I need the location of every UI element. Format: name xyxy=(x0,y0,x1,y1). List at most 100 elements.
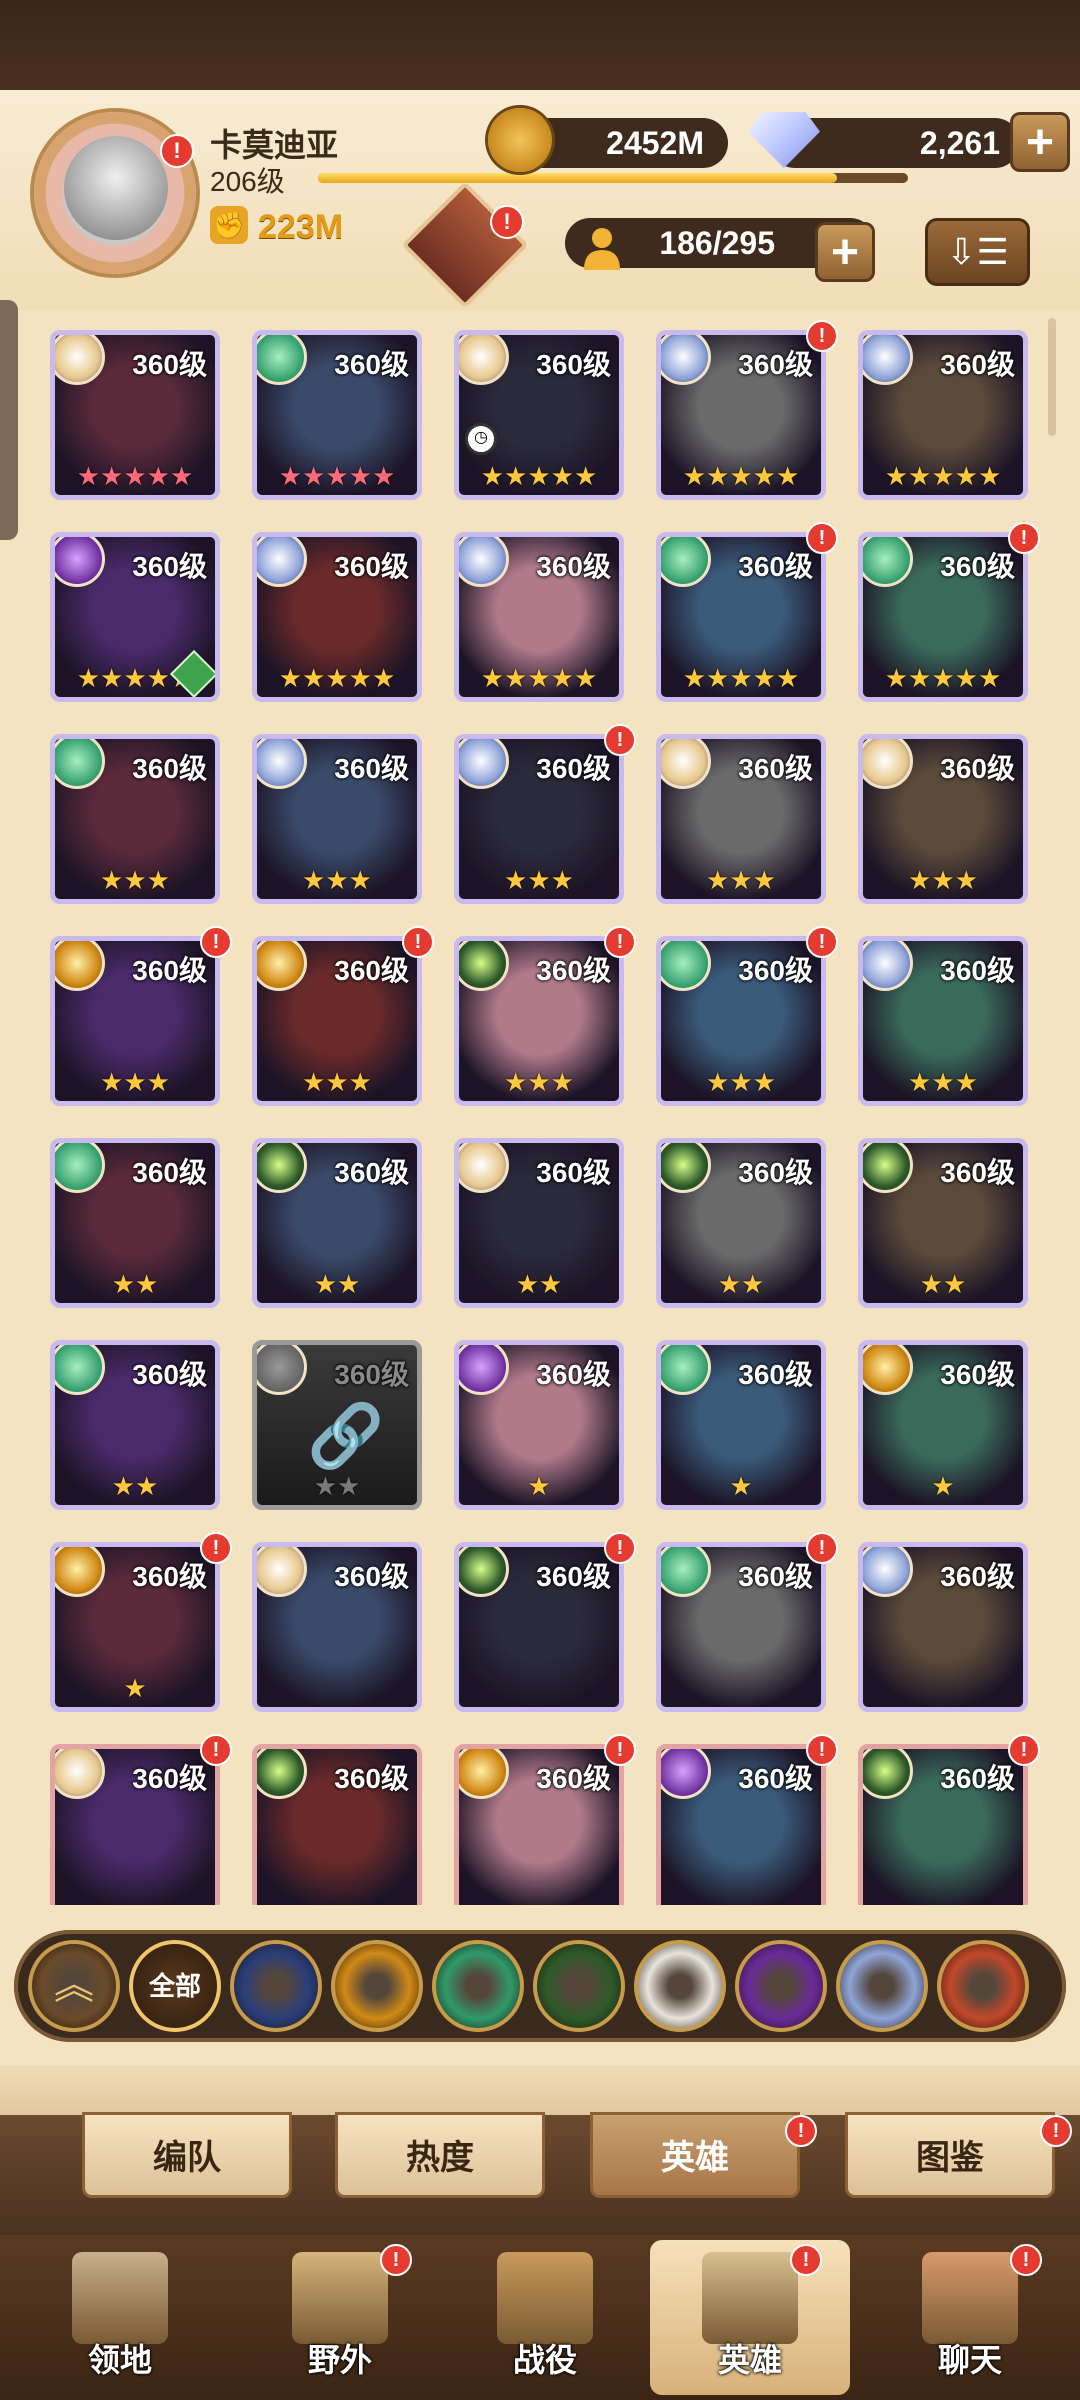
hero-card[interactable]: 🔗 360级 ★★ xyxy=(252,1340,422,1510)
celestial-faction-icon xyxy=(863,739,913,789)
hero-card[interactable]: 360级 ★★★ xyxy=(656,936,826,1106)
hero-stars: ★★★★★ xyxy=(884,461,1002,491)
hero-card[interactable]: 360级 ★★★★★ xyxy=(252,330,422,500)
nav-label: 聊天 xyxy=(937,2342,1002,2378)
filter-all-button[interactable]: 全部 xyxy=(129,1940,221,2032)
hero-card[interactable]: 360级 xyxy=(656,1744,826,1905)
hero-level: 360级 xyxy=(536,349,611,380)
subtab-2[interactable]: 英雄 xyxy=(590,2112,800,2198)
hero-stars: ★ xyxy=(931,1471,955,1501)
hero-card[interactable]: 360级 xyxy=(252,1542,422,1712)
wilder-faction-icon xyxy=(661,1547,711,1597)
hero-level: 360级 xyxy=(132,349,207,380)
hero-card[interactable]: 360级 ★★★★★ xyxy=(858,532,1028,702)
filter-celestial-icon[interactable] xyxy=(634,1940,726,2032)
hero-card[interactable]: 360级 xyxy=(50,1744,220,1905)
filter-graveborn-icon[interactable] xyxy=(331,1940,423,2032)
hero-card[interactable]: 360级 xyxy=(656,1542,826,1712)
filter-dimensional-icon[interactable] xyxy=(836,1940,928,2032)
hero-card[interactable]: 360级 ★★ xyxy=(454,1138,624,1308)
subtab-3[interactable]: 图鉴 xyxy=(845,2112,1055,2198)
expand-hero-slots-button[interactable]: + xyxy=(815,222,875,282)
hero-card[interactable]: 360级 ★ xyxy=(858,1340,1028,1510)
hero-card[interactable]: 360级 ★★★★★ xyxy=(50,532,220,702)
hero-card[interactable]: 360级 xyxy=(252,1744,422,1905)
hero-card[interactable]: 360级 ★★★ xyxy=(858,936,1028,1106)
hero-card[interactable]: 360级 ★ xyxy=(454,1340,624,1510)
hero-card[interactable]: 360级 ★★★ xyxy=(50,936,220,1106)
graveborn-faction-icon xyxy=(257,941,307,991)
filter-collapse-icon[interactable]: ︽ xyxy=(28,1940,120,2032)
hero-stars: ★★★★★ xyxy=(278,461,396,491)
nav-icon xyxy=(72,2252,168,2344)
hero-card[interactable]: 360级 ★★★ xyxy=(858,734,1028,904)
hero-level: 360级 xyxy=(334,551,409,582)
subtab-0[interactable]: 编队 xyxy=(82,2112,292,2198)
hero-card[interactable]: 360级 ★★ xyxy=(656,1138,826,1308)
hero-card[interactable]: 360级 ★ xyxy=(50,1542,220,1712)
hero-card[interactable]: 360级 xyxy=(454,1542,624,1712)
hero-level: 360级 xyxy=(738,1561,813,1592)
hero-card[interactable]: 360级 ★★ xyxy=(50,1340,220,1510)
sort-button[interactable]: ⇩☰ xyxy=(925,218,1030,286)
hero-card[interactable]: 360级 xyxy=(454,1744,624,1905)
hero-level: 360级 xyxy=(940,1359,1015,1390)
hero-card[interactable]: 360级 ★★★ xyxy=(50,734,220,904)
hero-card[interactable]: 360级 ★★★★★ xyxy=(858,330,1028,500)
hero-stars: ★★★ xyxy=(504,865,574,895)
hero-card[interactable]: 360级 ★★ xyxy=(252,1138,422,1308)
hero-level: 360级 xyxy=(536,1763,611,1794)
hero-card[interactable]: 360级 ★★★ xyxy=(656,734,826,904)
filter-hypogean-icon[interactable] xyxy=(735,1940,827,2032)
avatar[interactable] xyxy=(64,136,168,240)
hero-card[interactable]: 360级 ★★★★★ xyxy=(656,532,826,702)
hero-card[interactable]: 360级 xyxy=(858,1542,1028,1712)
celestial-faction-icon xyxy=(459,1143,509,1193)
hero-stars: ★★★ xyxy=(706,865,776,895)
subtab-1[interactable]: 热度 xyxy=(335,2112,545,2198)
hero-level: 360级 xyxy=(536,955,611,986)
wilder-faction-icon xyxy=(55,1143,105,1193)
hero-card[interactable]: 360级 ★★★ xyxy=(454,936,624,1106)
mauler-faction-icon xyxy=(459,1547,509,1597)
hero-card[interactable]: 360级 ★★★★★ xyxy=(252,532,422,702)
hero-stars: ★★★★★ xyxy=(480,663,598,693)
hero-card[interactable]: 360级 ★★★ xyxy=(252,936,422,1106)
hero-card[interactable]: 360级 ★★★ xyxy=(454,734,624,904)
hero-stars: ★ xyxy=(527,1471,551,1501)
graveborn-faction-icon xyxy=(55,1547,105,1597)
filter-lightbearer-icon[interactable] xyxy=(230,1940,322,2032)
mauler-faction-icon xyxy=(863,1143,913,1193)
hero-notification-badge: ! xyxy=(402,926,434,958)
nav-tab-0[interactable]: 领地 xyxy=(20,2240,220,2395)
hero-level: 360级 xyxy=(738,753,813,784)
top-status-area xyxy=(0,0,1080,90)
hero-level: 360级 xyxy=(132,955,207,986)
hero-level: 360级 xyxy=(536,551,611,582)
wilder-faction-icon xyxy=(257,335,307,385)
combat-power: 223M xyxy=(258,208,344,246)
hero-stars: ★★★★★ xyxy=(76,461,194,491)
filter-druid-icon[interactable] xyxy=(937,1940,1029,2032)
hero-card[interactable]: 360级 ★★★★★ xyxy=(656,330,826,500)
add-diamonds-button[interactable]: + xyxy=(1010,112,1070,172)
hero-card[interactable]: 360级 ★ xyxy=(656,1340,826,1510)
hero-level: 360级 xyxy=(940,1561,1015,1592)
hero-card[interactable]: 360级 ★★★ xyxy=(252,734,422,904)
hero-card[interactable]: 360级 ★★★★★ xyxy=(50,330,220,500)
nav-icon xyxy=(922,2252,1018,2344)
filter-mauler-icon[interactable] xyxy=(533,1940,625,2032)
hero-card[interactable]: 360级 ★★★★★ ◷ xyxy=(454,330,624,500)
wilder-faction-icon xyxy=(863,537,913,587)
hero-card[interactable]: 360级 ★★ xyxy=(858,1138,1028,1308)
hero-stars: ★★ xyxy=(313,1471,361,1501)
hero-stars: ★★★ xyxy=(908,865,978,895)
hero-card[interactable]: 360级 ★★ xyxy=(50,1138,220,1308)
hero-card[interactable]: 360级 xyxy=(858,1744,1028,1905)
nav-tab-2[interactable]: 战役 xyxy=(445,2240,645,2395)
grid-scrollbar[interactable] xyxy=(1048,318,1056,436)
hero-card[interactable]: 360级 ★★★★★ xyxy=(454,532,624,702)
hero-notification-badge: ! xyxy=(806,522,838,554)
filter-wilder-icon[interactable] xyxy=(432,1940,524,2032)
nav-icon xyxy=(497,2252,593,2344)
